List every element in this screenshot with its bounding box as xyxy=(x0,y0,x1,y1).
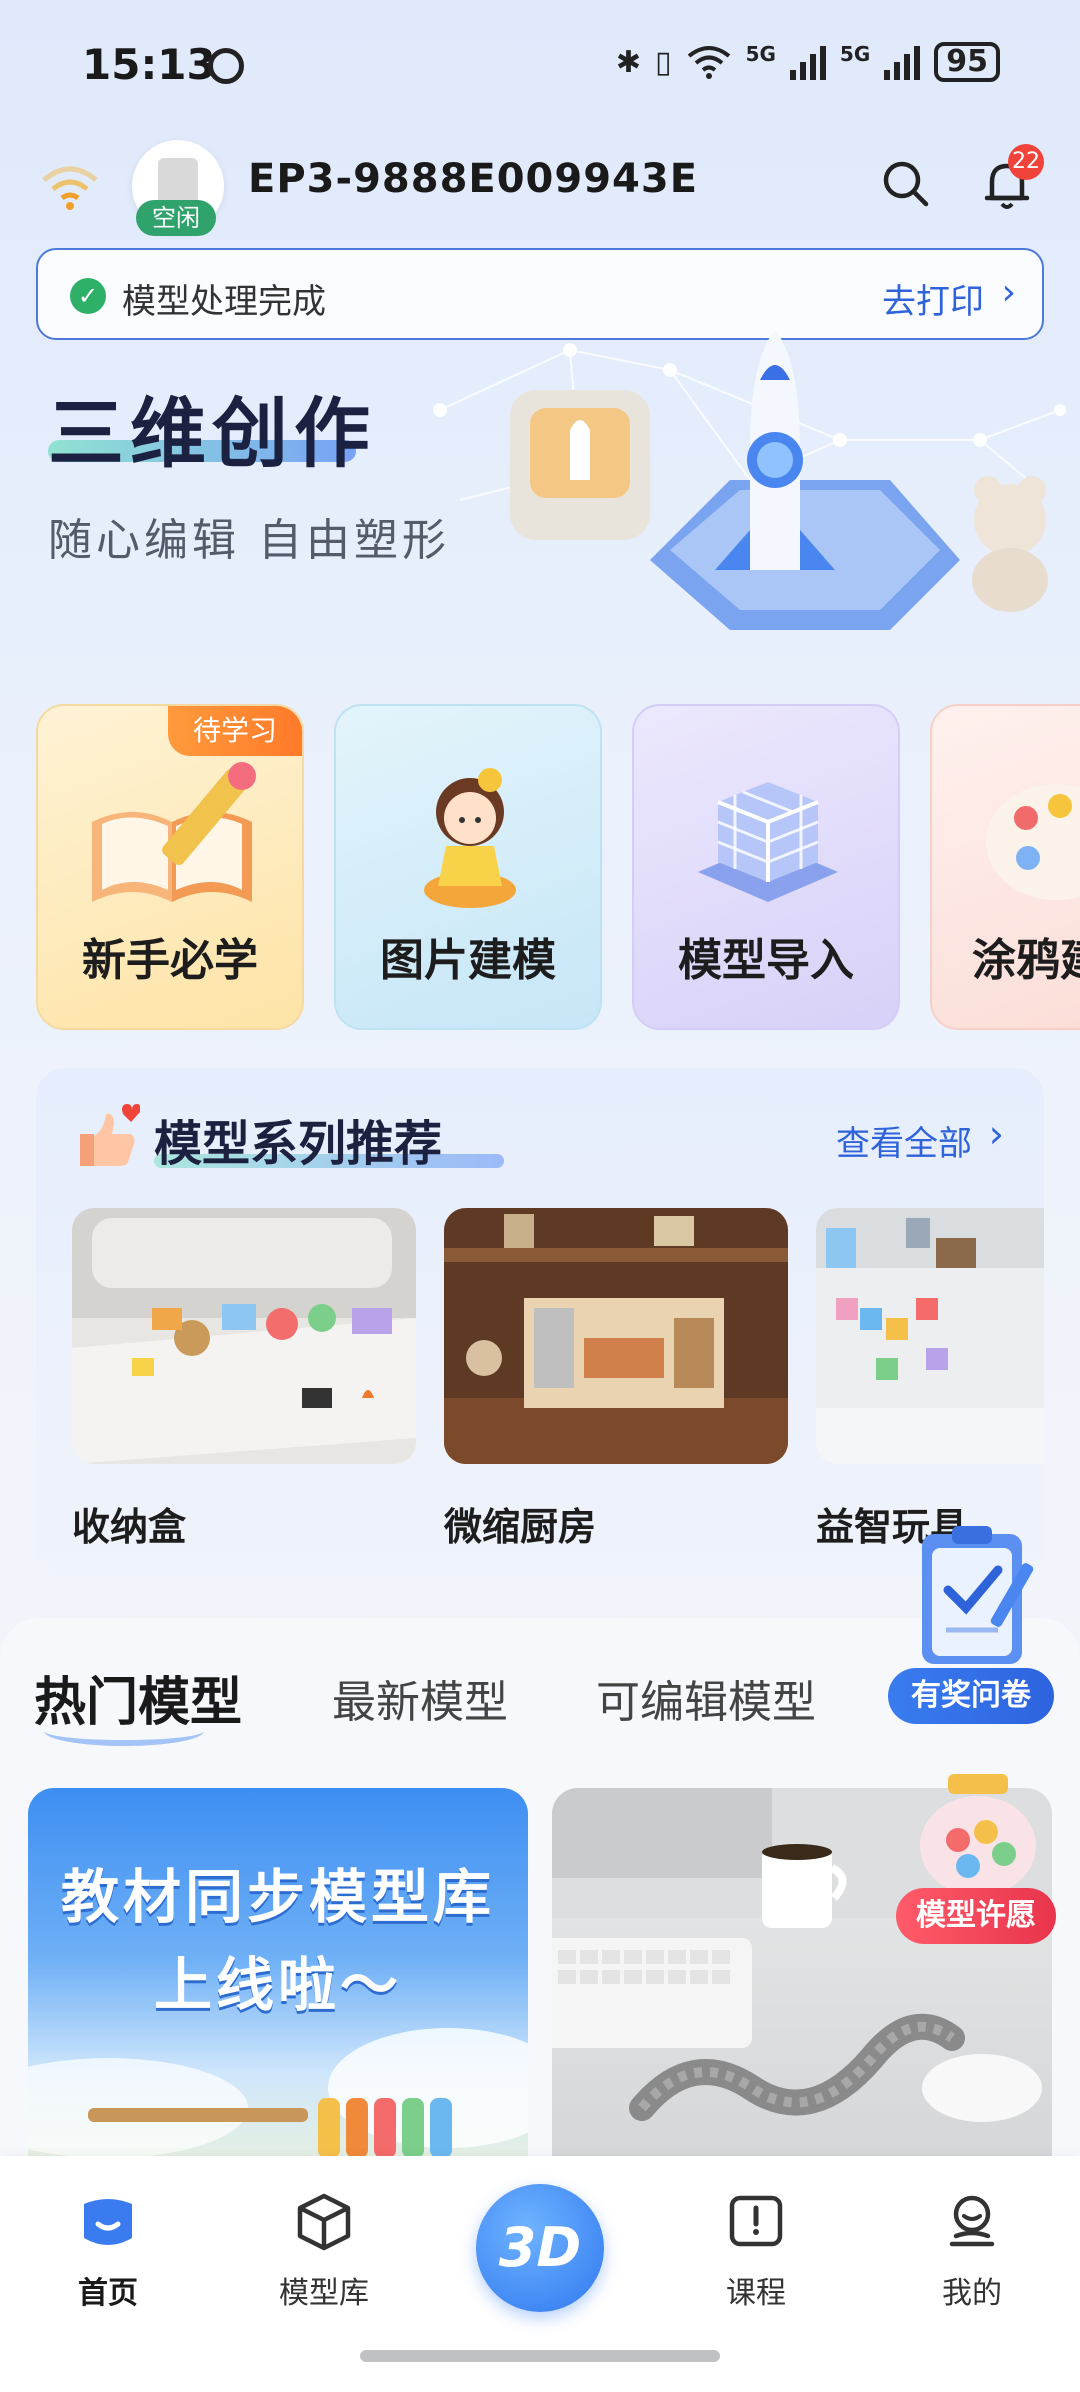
printer-wifi-icon[interactable] xyxy=(40,162,100,212)
network-5g-label-b: 5G xyxy=(839,42,871,66)
notice-bar[interactable]: ✓ 模型处理完成 去打印 › xyxy=(36,248,1044,340)
chevron-right-icon: › xyxy=(1001,272,1016,313)
series-item-puzzle-toys[interactable]: 益智玩具 xyxy=(816,1208,1044,1551)
cube-outline-icon xyxy=(297,2193,351,2251)
tile-label: 模型导入 xyxy=(678,935,854,986)
book-pencil-icon xyxy=(92,762,256,902)
thumbs-up-heart-icon xyxy=(80,1104,140,1166)
tab-latest-models[interactable]: 最新模型 xyxy=(332,1666,508,1730)
nav-courses[interactable]: 课程 xyxy=(676,2190,836,2312)
battery-level: 95 xyxy=(934,42,1000,82)
tab-editable-models[interactable]: 可编辑模型 xyxy=(596,1666,816,1730)
wish-jar-icon[interactable] xyxy=(908,1770,1048,1900)
alarm-icon xyxy=(208,48,244,84)
signal-icon-b xyxy=(884,44,921,80)
nav-profile[interactable]: 我的 xyxy=(892,2190,1052,2312)
nav-label: 我的 xyxy=(942,2276,1002,2311)
search-icon[interactable] xyxy=(880,158,930,208)
tab-hot-models[interactable]: 热门模型 xyxy=(34,1660,242,1735)
device-name[interactable]: EP3-9888E009943E xyxy=(248,156,698,202)
cube-icon xyxy=(698,782,838,902)
tile-beginner[interactable]: 待学习 新手必学 xyxy=(36,704,304,1030)
series-item-storage-box[interactable]: 收纳盒 xyxy=(72,1208,416,1551)
survey-button[interactable]: 有奖问卷 xyxy=(888,1668,1054,1724)
series-item-mini-kitchen[interactable]: 微缩厨房 xyxy=(444,1208,788,1551)
banner-line-2: 上线啦～ xyxy=(153,1951,402,2019)
nav-label: 模型库 xyxy=(279,2276,369,2311)
nav-home[interactable]: 首页 xyxy=(28,2190,188,2312)
notice-message: 模型处理完成 xyxy=(122,282,326,322)
series-items: 收纳盒 微缩厨房 益智玩具 xyxy=(72,1208,1044,1558)
tile-label: 新手必学 xyxy=(82,935,258,986)
tile-label: 涂鸦建 xyxy=(972,935,1080,986)
book-outline-icon xyxy=(729,2195,783,2247)
go-print-link[interactable]: 去打印 xyxy=(882,274,984,323)
hero-rocket-illustration xyxy=(433,330,1066,630)
banner-line-1: 教材同步模型库 xyxy=(60,1863,495,1931)
series-item-name: 收纳盒 xyxy=(72,1505,187,1549)
wifi-icon xyxy=(687,46,730,79)
status-bar: 15:13 ✱ ▯ 5G 5G 95 xyxy=(0,0,1080,130)
bluetooth-icon: ✱ xyxy=(615,44,642,80)
tile-image-modeling[interactable]: 图片建模 xyxy=(334,704,602,1030)
home-indicator[interactable] xyxy=(360,2350,720,2362)
girl-figure-icon xyxy=(424,768,516,908)
header: 空闲 EP3-9888E009943E 22 xyxy=(0,140,1080,260)
storage-box-image xyxy=(72,1208,416,1464)
to-learn-tag: 待学习 xyxy=(168,706,302,756)
series-recommend-card: 模型系列推荐 查看全部 › 收纳盒 微缩厨房 益智玩具 xyxy=(36,1068,1044,1578)
nav-label: 课程 xyxy=(726,2276,786,2311)
status-icons: ✱ ▯ 5G 5G 95 xyxy=(616,42,1000,82)
signal-icon-a xyxy=(789,44,826,80)
notification-badge: 22 xyxy=(1008,144,1044,180)
tile-doodle[interactable]: 涂鸦建 xyxy=(930,704,1080,1030)
chevron-right-icon: › xyxy=(988,1112,1004,1156)
home-icon xyxy=(84,2199,132,2245)
nav-3d-create-button[interactable]: 3D xyxy=(476,2184,604,2312)
series-title: 模型系列推荐 xyxy=(154,1116,443,1172)
vibrate-icon: ▯ xyxy=(655,44,672,80)
network-5g-label-a: 5G xyxy=(745,42,776,66)
puzzle-toys-image xyxy=(816,1208,1044,1464)
view-all-link[interactable]: 查看全部 xyxy=(836,1116,972,1165)
mini-kitchen-image xyxy=(444,1208,788,1464)
nav-model-library[interactable]: 模型库 xyxy=(244,2190,404,2312)
check-icon: ✓ xyxy=(70,278,106,314)
series-item-name: 微缩厨房 xyxy=(444,1505,597,1549)
banner-textbook-library[interactable]: 教材同步模型库 上线啦～ xyxy=(28,1788,528,2168)
hero-subtitle: 随心编辑 自由塑形 xyxy=(48,515,450,566)
hero-title: 三维创作 xyxy=(48,389,376,478)
model-wish-button[interactable]: 模型许愿 xyxy=(896,1888,1056,1944)
palette-icon xyxy=(986,784,1080,900)
tile-model-import[interactable]: 模型导入 xyxy=(632,704,900,1030)
device-status-badge: 空闲 xyxy=(136,200,216,236)
profile-icon xyxy=(949,2195,995,2247)
nav-label: 首页 xyxy=(78,2276,138,2311)
status-time: 15:13 xyxy=(82,40,216,89)
quick-tiles: 待学习 新手必学 图片建模 模型导入 涂鸦 xyxy=(36,704,1080,1034)
tile-label: 图片建模 xyxy=(380,935,556,986)
